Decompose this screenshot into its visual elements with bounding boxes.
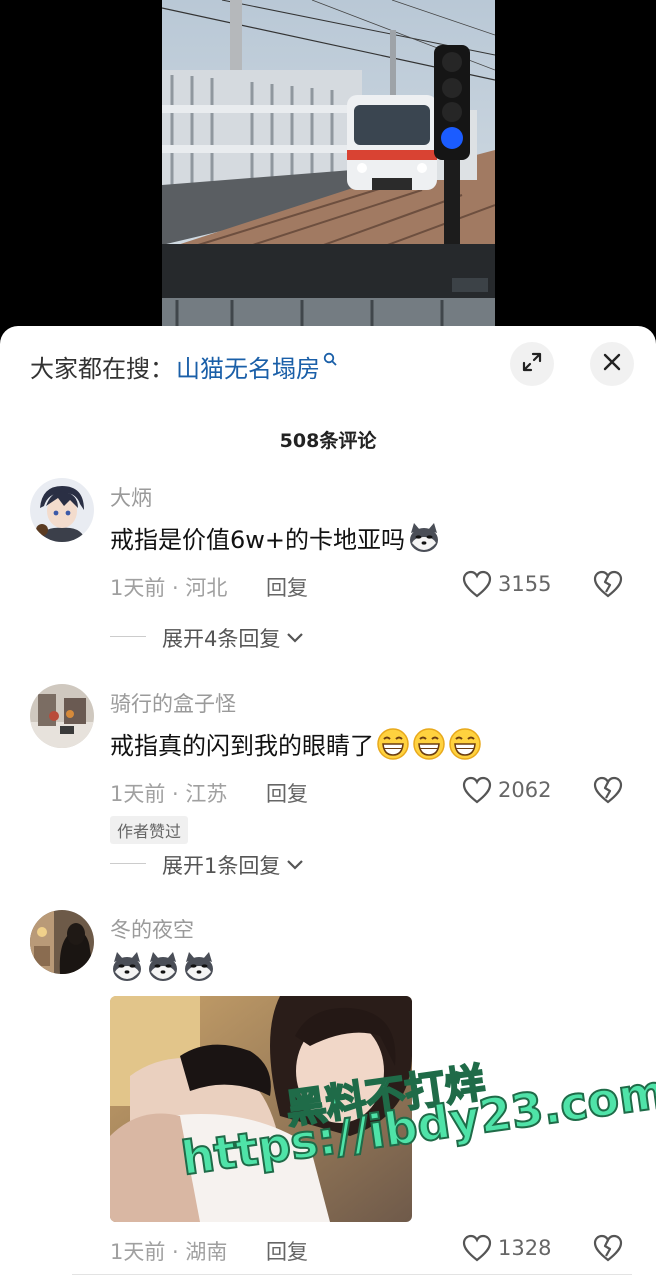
expand-replies-label: 展开4条回复 [162, 627, 281, 651]
chevron-down-icon [287, 860, 304, 870]
divider [110, 863, 146, 864]
heart-icon [462, 776, 492, 804]
comment-text: 戒指真的闪到我的眼睛了 [110, 726, 482, 761]
comment-sheet: 大家都在搜： 山猫无名塌房 508条评论 大炳 戒指是价值6w+的卡地亚吗 1天… [0, 326, 656, 1280]
bottom-divider [72, 1274, 632, 1280]
avatar[interactable] [30, 684, 94, 748]
divider [110, 636, 146, 637]
author-liked-badge: 作者赞过 [110, 816, 189, 844]
husky-emoji [182, 950, 216, 984]
broken-heart-icon [593, 570, 623, 598]
like-count: 2062 [498, 778, 552, 802]
avatar[interactable] [30, 910, 94, 974]
trending-search[interactable]: 大家都在搜： 山猫无名塌房 [30, 346, 337, 386]
like-count: 3155 [498, 572, 552, 596]
dislike-button[interactable] [593, 776, 623, 808]
reply-button[interactable]: 回复 [266, 1236, 308, 1266]
comment-count: 508条评论 [279, 430, 377, 452]
comment-meta: 1天前 · 湖南 [110, 1240, 228, 1264]
expand-icon [521, 351, 543, 377]
comment-text [110, 950, 216, 984]
username[interactable]: 大炳 [110, 482, 152, 512]
avatar[interactable] [30, 478, 94, 542]
video-player[interactable] [162, 0, 495, 326]
username[interactable]: 冬的夜空 [110, 914, 194, 944]
reply-button[interactable]: 回复 [266, 572, 308, 602]
comment-meta: 1天前 · 河北 [110, 576, 228, 600]
broken-heart-icon [593, 776, 623, 804]
trending-search-term[interactable]: 山猫无名塌房 [176, 349, 320, 384]
expand-replies[interactable]: 展开4条回复 [110, 623, 304, 653]
comment-body: 戒指是价值6w+的卡地亚吗 [110, 526, 406, 554]
husky-emoji [407, 521, 441, 555]
grin-emoji [412, 727, 446, 761]
like-button[interactable]: 3155 [462, 570, 551, 598]
broken-heart-icon [593, 1234, 623, 1262]
screen: 大家都在搜： 山猫无名塌房 508条评论 大炳 戒指是价值6w+的卡地亚吗 1天… [0, 0, 656, 1280]
comment-body: 戒指真的闪到我的眼睛了 [110, 732, 374, 760]
like-count: 1328 [498, 1236, 552, 1260]
dislike-button[interactable] [593, 1234, 623, 1266]
chevron-down-icon [287, 633, 304, 643]
close-button[interactable] [590, 342, 634, 386]
dislike-button[interactable] [593, 570, 623, 602]
expand-button[interactable] [510, 342, 554, 386]
grin-emoji [376, 727, 410, 761]
close-icon [602, 352, 622, 376]
comment-meta: 1天前 · 江苏 [110, 782, 228, 806]
grin-emoji [448, 727, 482, 761]
trending-search-label: 大家都在搜： [30, 354, 174, 383]
husky-emoji [146, 950, 180, 984]
expand-replies[interactable]: 展开1条回复 [110, 850, 304, 880]
video-frame [162, 0, 495, 326]
heart-icon [462, 570, 492, 598]
expand-replies-label: 展开1条回复 [162, 854, 281, 878]
comment-text: 戒指是价值6w+的卡地亚吗 [110, 520, 441, 555]
search-icon [323, 351, 337, 370]
like-button[interactable]: 1328 [462, 1234, 551, 1262]
heart-icon [462, 1234, 492, 1262]
husky-emoji [110, 950, 144, 984]
like-button[interactable]: 2062 [462, 776, 551, 804]
username[interactable]: 骑行的盒子怪 [110, 688, 236, 718]
reply-button[interactable]: 回复 [266, 778, 308, 808]
